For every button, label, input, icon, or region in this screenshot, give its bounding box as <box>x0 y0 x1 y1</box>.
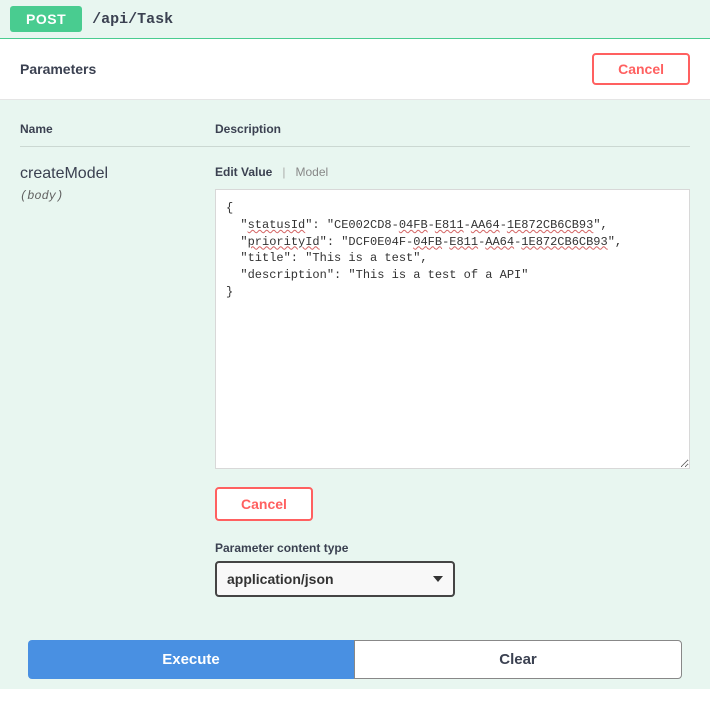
tab-separator: | <box>282 165 285 179</box>
param-in: (body) <box>20 189 215 203</box>
columns-header: Name Description <box>20 100 690 147</box>
http-method-badge: POST <box>10 6 82 32</box>
execute-button[interactable]: Execute <box>28 640 354 679</box>
endpoint-path: /api/Task <box>92 11 173 28</box>
column-name: Name <box>20 122 215 136</box>
body-textarea[interactable]: { "statusId": "CE002CD8-04FB-E811-AA64-1… <box>215 189 690 469</box>
tab-model[interactable]: Model <box>295 165 328 179</box>
tab-edit-value[interactable]: Edit Value <box>215 165 272 179</box>
value-tabs: Edit Value | Model <box>215 165 690 179</box>
content-type-label: Parameter content type <box>215 541 690 555</box>
parameter-row: createModel (body) Edit Value | Model { … <box>20 147 690 597</box>
column-description: Description <box>215 122 690 136</box>
cancel-button[interactable]: Cancel <box>592 53 690 85</box>
parameters-header: Parameters Cancel <box>0 39 710 100</box>
content-type-select[interactable]: application/json <box>215 561 455 597</box>
clear-button[interactable]: Clear <box>354 640 682 679</box>
parameters-title: Parameters <box>20 61 96 77</box>
operation-header[interactable]: POST /api/Task <box>0 0 710 39</box>
parameters-body: Name Description createModel (body) Edit… <box>0 100 710 622</box>
cancel-body-button[interactable]: Cancel <box>215 487 313 521</box>
action-buttons: Execute Clear <box>0 622 710 689</box>
param-name: createModel <box>20 165 215 183</box>
